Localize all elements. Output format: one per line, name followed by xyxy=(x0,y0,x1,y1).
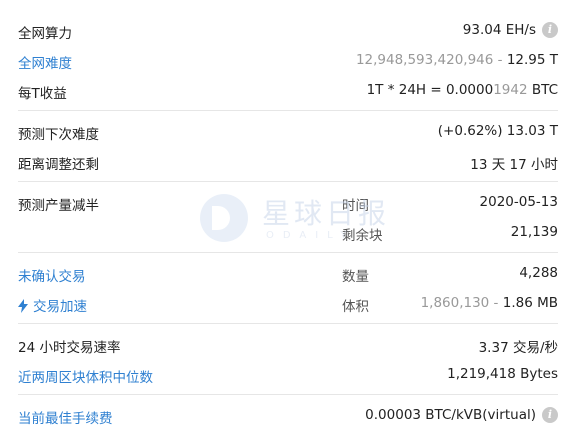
divider xyxy=(18,110,558,111)
difficulty-row: 全网难度 12,948,593,420,946 - 12.95 T xyxy=(0,45,574,75)
median-size-link[interactable]: 近两周区块体积中位数 xyxy=(18,366,153,386)
divider xyxy=(18,323,558,324)
accelerate-link[interactable]: 交易加速 xyxy=(18,295,87,315)
info-icon[interactable]: i xyxy=(542,22,558,38)
hashrate-label: 全网算力 xyxy=(18,26,72,42)
tx-rate-value: 3.37 交易/秒 xyxy=(478,340,558,356)
revenue-row: 每T收益 1T * 24H = 0.00001942 BTC xyxy=(0,75,574,105)
difficulty-short: 12.95 T xyxy=(506,52,558,68)
adjust-time-label: 距离调整还剩 xyxy=(18,157,99,173)
revenue-unit: BTC xyxy=(527,82,558,98)
adjust-time-value: 13 天 17 小时 xyxy=(470,157,558,173)
adjust-time-row: 距离调整还剩 13 天 17 小时 xyxy=(0,146,574,176)
tx-rate-label: 24 小时交易速率 xyxy=(18,340,121,356)
tx-rate-row: 24 小时交易速率 3.37 交易/秒 xyxy=(0,329,574,359)
lightning-icon xyxy=(18,299,28,313)
accelerate-label: 交易加速 xyxy=(33,299,87,315)
divider xyxy=(18,394,558,395)
unconfirmed-row: 未确认交易 数量 4,288 xyxy=(0,258,574,288)
unconfirmed-count-label: 数量 xyxy=(342,269,369,285)
best-fee-link[interactable]: 当前最佳手续费 xyxy=(18,407,113,427)
halving-label: 预测产量减半 xyxy=(18,198,99,214)
remaining-blocks-label: 剩余块 xyxy=(342,228,383,244)
size-label: 体积 xyxy=(342,299,369,315)
median-size-row: 近两周区块体积中位数 1,219,418 Bytes xyxy=(0,359,574,389)
accelerate-row: 交易加速 体积 1,860,130 - 1.86 MB xyxy=(0,288,574,318)
next-difficulty-label: 预测下次难度 xyxy=(18,127,99,143)
size-value: 1,860,130 - 1.86 MB xyxy=(421,295,558,311)
divider xyxy=(18,252,558,253)
next-difficulty-row: 预测下次难度 (+0.62%) 13.03 T xyxy=(0,116,574,146)
remaining-blocks-value: 21,139 xyxy=(510,224,558,240)
median-size-value: 1,219,418 Bytes xyxy=(447,366,558,382)
difficulty-raw: 12,948,593,420,946 - xyxy=(355,52,507,68)
halving-row: 预测产量减半 时间 2020-05-13 xyxy=(0,187,574,217)
size-short: 1.86 MB xyxy=(502,295,558,311)
revenue-label: 每T收益 xyxy=(18,86,67,102)
next-difficulty-value: (+0.62%) 13.03 T xyxy=(437,123,558,139)
revenue-value: 1T * 24H = 0.00001942 BTC xyxy=(367,82,558,98)
remaining-blocks-row: 剩余块 21,139 xyxy=(0,217,574,247)
unconfirmed-count-value: 4,288 xyxy=(519,265,558,281)
halving-time-label: 时间 xyxy=(342,198,369,214)
best-fee-row: 当前最佳手续费 0.00003 BTC/kVB(virtual) i xyxy=(0,400,574,430)
revenue-digits: 1942 xyxy=(493,82,528,98)
halving-time-value: 2020-05-13 xyxy=(479,194,558,210)
unconfirmed-link[interactable]: 未确认交易 xyxy=(18,265,86,285)
best-fee-value: 0.00003 BTC/kVB(virtual) xyxy=(365,407,536,423)
revenue-prefix: 1T * 24H = 0.0000 xyxy=(366,82,494,98)
hashrate-row: 全网算力 93.04 EH/s i xyxy=(0,15,574,45)
hashrate-value: 93.04 EH/s xyxy=(462,22,536,38)
size-raw: 1,860,130 - xyxy=(420,295,503,311)
info-icon[interactable]: i xyxy=(542,407,558,423)
divider xyxy=(18,181,558,182)
difficulty-link[interactable]: 全网难度 xyxy=(18,52,72,72)
difficulty-value: 12,948,593,420,946 - 12.95 T xyxy=(356,52,558,68)
